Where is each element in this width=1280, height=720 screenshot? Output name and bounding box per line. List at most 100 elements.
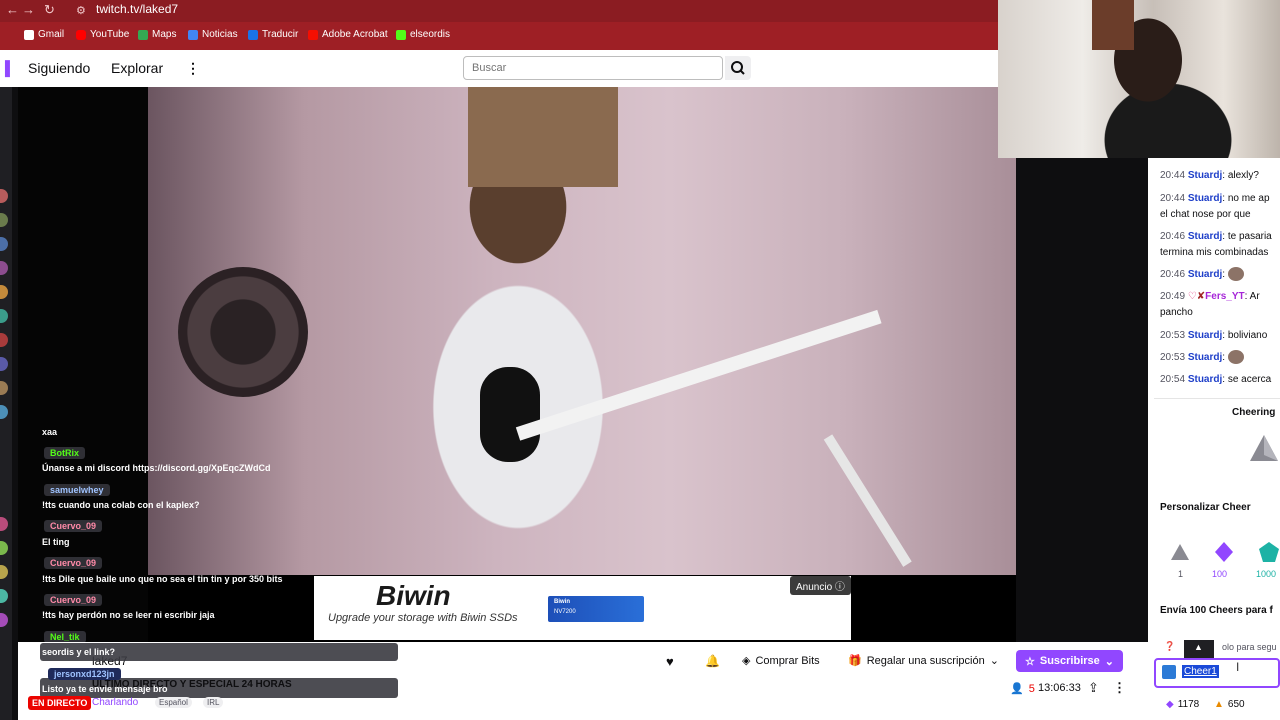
bookmark-elseordis[interactable]: elseordis	[396, 29, 450, 40]
bits-gem-icon: ◆	[1166, 699, 1174, 710]
overlay-chat-message: !tts hay perdón no se leer ni escribir j…	[42, 610, 215, 620]
live-badge: EN DIRECTO	[28, 696, 92, 710]
fan-in-room	[178, 267, 308, 397]
overlay-chat-message: xaa	[42, 427, 58, 437]
channel-avatar[interactable]	[0, 357, 8, 371]
chat-message-cont: termina mis combinadas	[1160, 247, 1269, 258]
notification-bell-icon[interactable]: 🔔	[705, 654, 720, 668]
channel-avatar[interactable]	[0, 517, 8, 531]
more-options-icon[interactable]: ⋮	[186, 60, 200, 77]
bookmarks-bar: Gmail YouTube Maps Noticias Traducir Ado…	[0, 22, 998, 50]
stream-uptime: 13:06:33	[1038, 682, 1081, 694]
bookmark-gmail[interactable]: Gmail	[24, 29, 64, 40]
chevron-down-icon: ⌄	[1104, 655, 1114, 668]
youtube-icon	[76, 29, 86, 40]
news-icon	[188, 29, 198, 40]
channel-avatar[interactable]	[0, 589, 8, 603]
chat-message: 20:49 ♡✘Fers_YT: Ar	[1160, 291, 1260, 302]
overlay-chat-message: !tts Dile que baile uno que no sea el ti…	[42, 574, 283, 584]
fire-icon: ▲	[1214, 699, 1224, 710]
tag-chip[interactable]: Español	[155, 697, 192, 708]
caret-up-icon: ▲	[1194, 642, 1203, 652]
channel-avatar[interactable]	[0, 541, 8, 555]
viewer-count: 👤 5	[1010, 682, 1035, 696]
follow-heart-icon[interactable]: ♥	[666, 654, 674, 669]
bits-icon: ◈	[742, 655, 751, 667]
chat-message-cont: pancho	[1160, 307, 1193, 318]
bookmark-noticias[interactable]: Noticias	[188, 29, 238, 40]
channel-avatar[interactable]	[0, 333, 8, 347]
gift-sub-button[interactable]: 🎁 Regalar una suscripción ⌄	[848, 654, 999, 668]
bookmark-maps[interactable]: Maps	[138, 29, 176, 40]
url-text[interactable]: twitch.tv/laked7	[96, 2, 178, 16]
bookmark-traducir[interactable]: Traducir	[248, 29, 298, 40]
badge-heart-icon: ♡	[1187, 291, 1197, 302]
cheer-gem-1-icon[interactable]	[1170, 543, 1190, 561]
cheer-gem-large-icon	[1250, 435, 1278, 461]
more-options-icon[interactable]: ⋮	[1113, 680, 1126, 696]
webcam-overlay	[998, 0, 1280, 158]
customize-cheer-label[interactable]: Personalizar Cheer	[1160, 502, 1251, 513]
nav-following[interactable]: Siguiendo	[28, 60, 90, 76]
ad-brand-logo: Biwin	[376, 580, 451, 611]
badge-x-icon: ✘	[1196, 291, 1206, 302]
channel-avatar[interactable]	[0, 309, 8, 323]
overlay-chat-message: Únanse a mi discord https://discord.gg/X…	[42, 463, 271, 473]
emote-icon	[1227, 350, 1244, 365]
emote-icon	[1227, 267, 1244, 282]
cheer-amount-1000: 1000	[1256, 569, 1277, 579]
channel-avatar[interactable]	[0, 213, 8, 227]
emote-picker-icon[interactable]	[1162, 665, 1176, 679]
chat-message: 20:44 Stuardj: alexly?	[1160, 170, 1259, 181]
reload-icon[interactable]: ↻	[44, 2, 55, 18]
video-player[interactable]	[18, 87, 1016, 642]
channel-points[interactable]: ▲ 650	[1214, 699, 1245, 710]
category-link[interactable]: Charlando	[92, 697, 138, 708]
overlay-chat-user: Cuervo_09	[44, 520, 103, 532]
overlay-chat-message: !tts cuando una colab con el kaplex?	[42, 500, 200, 510]
cheer-panel: Cheering Personalizar Cheer 1 100 1000 E…	[1154, 398, 1280, 639]
chevron-down-icon: ⌄	[989, 655, 999, 667]
channel-avatar[interactable]	[0, 565, 8, 579]
channel-avatar[interactable]	[0, 381, 8, 395]
search-button[interactable]	[725, 56, 751, 80]
back-icon[interactable]: ←	[6, 2, 19, 17]
cheer-gem-1000-icon[interactable]	[1258, 541, 1280, 563]
info-icon[interactable]: ⓘ	[835, 582, 845, 593]
text-cursor-icon: Ι	[1236, 660, 1240, 674]
channel-avatar[interactable]	[0, 285, 8, 299]
share-icon[interactable]: ⇪	[1088, 680, 1099, 696]
microphone-in-room	[480, 367, 540, 462]
channel-avatar[interactable]	[0, 189, 8, 203]
search-input[interactable]	[463, 56, 723, 80]
chat-message: 20:44 Stuardj: no me ap	[1160, 193, 1270, 204]
twitch-logo-icon[interactable]: ▐	[0, 60, 10, 76]
shelf-in-room	[468, 87, 618, 187]
channel-avatar[interactable]	[0, 613, 8, 627]
cheer-gem-100-icon[interactable]	[1214, 541, 1234, 563]
bookmark-adobe-acrobat[interactable]: Adobe Acrobat	[308, 29, 388, 40]
gift-icon: 🎁	[848, 655, 862, 667]
subscribe-button[interactable]: ☆ Suscribirse ⌄	[1016, 650, 1123, 672]
cheer-hint: olo para segu	[1222, 642, 1277, 652]
maps-icon	[138, 29, 148, 40]
chat-message: 20:54 Stuardj: se acerca	[1160, 374, 1272, 385]
chat-message: 20:53 Stuardj:	[1160, 350, 1280, 366]
channel-avatar[interactable]	[0, 261, 8, 275]
ad-tagline: Upgrade your storage with Biwin SSDs	[328, 612, 518, 624]
bits-balance[interactable]: ◆ 1178	[1166, 699, 1199, 710]
cheer-amount-100: 100	[1212, 569, 1228, 579]
nav-browse[interactable]: Explorar	[111, 60, 163, 76]
bookmark-youtube[interactable]: YouTube	[76, 29, 129, 40]
channel-avatar[interactable]	[0, 405, 8, 419]
chat-message: 20:46 Stuardj: te pasaria	[1160, 231, 1272, 242]
channel-avatar[interactable]	[0, 237, 8, 251]
cheer-title: Cheering	[1232, 407, 1276, 418]
help-icon[interactable]: ❓	[1164, 641, 1175, 652]
chat-input-text[interactable]: Cheer1	[1182, 665, 1219, 678]
forward-icon[interactable]: →	[22, 2, 35, 17]
ad-ssd-image: Biwin NV7200	[548, 596, 644, 622]
site-settings-icon[interactable]: ⚙	[76, 4, 86, 17]
tag-chip[interactable]: IRL	[203, 697, 224, 708]
buy-bits-button[interactable]: ◈ Comprar Bits	[742, 654, 820, 668]
